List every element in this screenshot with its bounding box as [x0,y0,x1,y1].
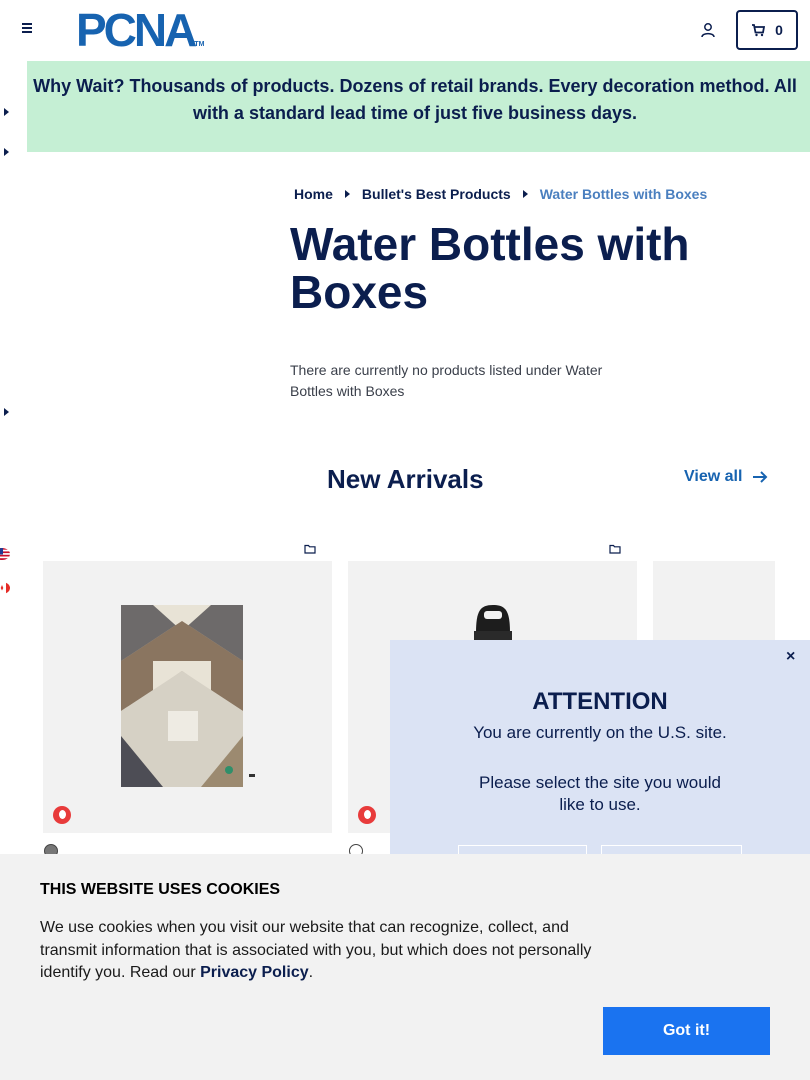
breadcrumb-current: Water Bottles with Boxes [539,186,708,202]
canada-flag-icon[interactable] [0,582,10,594]
page: PCNATM 0 Why Wait? Thousands of products… [0,0,810,1080]
breadcrumb-bullets-best[interactable]: Bullet's Best Products [362,186,511,202]
logo-trademark: TM [194,41,205,48]
view-all-label: View all [684,468,743,485]
new-badge-icon [53,806,71,824]
new-badge-icon [358,806,376,824]
hamburger-menu-icon[interactable] [18,21,38,39]
attention-title: ATTENTION [532,688,668,715]
page-title: Water Bottles with Boxes [290,218,690,318]
folder-icon[interactable] [304,544,316,554]
us-flag-icon[interactable] [0,548,10,560]
cookie-banner: THIS WEBSITE USES COOKIES We use cookies… [0,854,810,1080]
promo-banner-text: Why Wait? Thousands of products. Dozens … [33,76,797,123]
site-header: PCNATM 0 [0,0,810,61]
cookie-body: We use cookies when you visit our websit… [40,919,592,981]
privacy-policy-link[interactable]: Privacy Policy [200,964,309,981]
arrow-right-icon [753,471,768,483]
product-image [121,605,255,787]
folder-icon[interactable] [609,544,621,554]
breadcrumb-separator-icon [344,190,350,198]
close-icon[interactable]: × [786,648,795,666]
product-card[interactable] [43,561,332,833]
account-icon[interactable] [700,22,716,38]
breadcrumb: Home Bullet's Best Products Water Bottle… [294,186,707,202]
breadcrumb-home[interactable]: Home [294,186,333,202]
empty-products-message: There are currently no products listed u… [290,362,603,399]
attention-current-site: You are currently on the U.S. site. [473,723,727,742]
got-it-button[interactable]: Got it! [603,1007,770,1055]
breadcrumb-separator-icon [522,190,528,198]
cookie-period: . [308,964,314,981]
attention-instruction: Please select the site you would like to… [479,773,721,814]
cart-icon [752,23,766,36]
cookie-text: We use cookies when you visit our websit… [40,917,610,985]
side-expand-arrow-icon[interactable] [4,108,9,116]
pcna-logo[interactable]: PCNATM [76,7,205,53]
side-expand-arrow-icon[interactable] [4,148,9,156]
side-expand-arrow-icon[interactable] [4,408,9,416]
promo-banner: Why Wait? Thousands of products. Dozens … [27,61,810,152]
view-all-link[interactable]: View all [684,468,768,486]
cookie-title: THIS WEBSITE USES COOKIES [40,881,281,898]
cart-count: 0 [775,22,783,38]
new-arrivals-title: New Arrivals [327,464,484,494]
logo-text: PCNA [76,4,197,56]
cart-button[interactable]: 0 [736,10,798,50]
